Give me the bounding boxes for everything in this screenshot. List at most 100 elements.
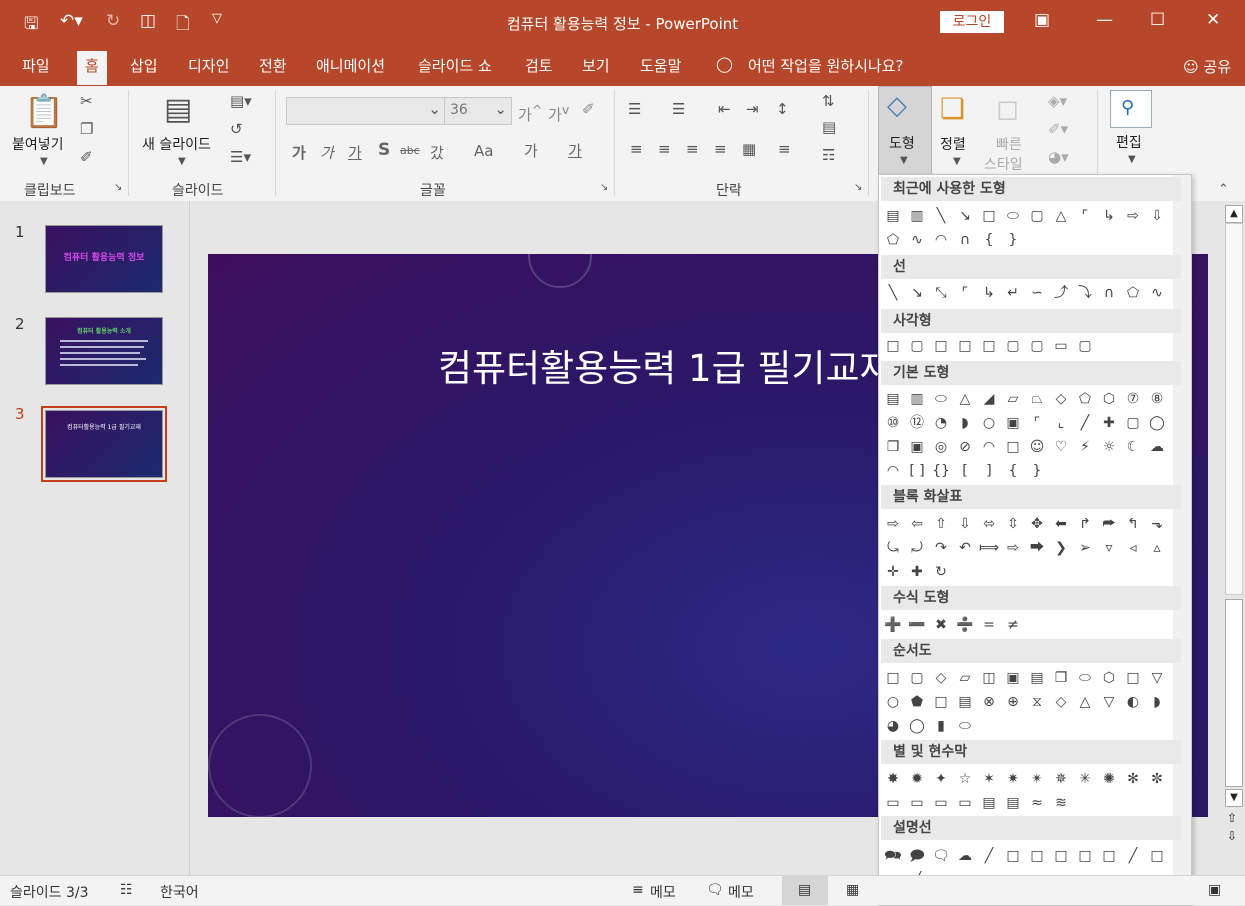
paste-dropdown-icon[interactable]: ▼ bbox=[40, 156, 48, 167]
layout-icon[interactable]: ▤▾ bbox=[230, 92, 252, 110]
round-diagonal-rectangle-shape[interactable]: ▢ bbox=[1074, 335, 1096, 357]
minimize-icon[interactable]: — bbox=[1096, 10, 1113, 30]
l-shape[interactable]: ⌞ bbox=[1050, 412, 1072, 434]
line-callout-7-shape[interactable]: ╱ bbox=[1122, 845, 1144, 867]
freeform-shape[interactable]: ⬠ bbox=[1122, 282, 1144, 304]
preparation-shape[interactable]: ⬡ bbox=[1098, 667, 1120, 689]
decrease-font-icon[interactable]: 가v bbox=[548, 102, 569, 125]
collate-shape[interactable]: ⧖ bbox=[1026, 691, 1048, 713]
bold-button[interactable]: 가 bbox=[292, 142, 306, 163]
octagon-shape[interactable]: ⑧ bbox=[1146, 388, 1168, 410]
cube-shape[interactable]: ❐ bbox=[882, 436, 904, 458]
rectangle-shape[interactable]: □ bbox=[882, 335, 904, 357]
justify-icon[interactable]: ≡ bbox=[714, 140, 727, 158]
snip-diagonal-rectangle-shape[interactable]: □ bbox=[978, 335, 1000, 357]
close-icon[interactable]: ✕ bbox=[1206, 10, 1220, 30]
star-16-shape[interactable]: ✺ bbox=[1098, 768, 1120, 790]
new-slide-icon[interactable]: ▤ bbox=[164, 92, 192, 127]
round-same-side-rectangle-shape[interactable]: ▭ bbox=[1050, 335, 1072, 357]
chord-shape[interactable]: ◗ bbox=[954, 412, 976, 434]
smiley-face-shape[interactable]: ☺ bbox=[1026, 436, 1048, 458]
highlight-button[interactable]: 가 bbox=[524, 140, 538, 161]
punched-tape-shape[interactable]: ▤ bbox=[954, 691, 976, 713]
right-arrow-shape[interactable]: ⇨ bbox=[882, 513, 904, 535]
elbow-arrow-shape[interactable]: ↳ bbox=[1098, 205, 1120, 227]
down-arrow-callout-shape[interactable]: ▿ bbox=[1098, 537, 1120, 559]
line-callout-4-shape[interactable]: □ bbox=[1050, 845, 1072, 867]
scroll-up-icon[interactable]: ▲ bbox=[1225, 205, 1243, 223]
down-arrow-shape[interactable]: ⇩ bbox=[1146, 205, 1168, 227]
moon-shape[interactable]: ☾ bbox=[1122, 436, 1144, 458]
left-arrow-shape[interactable]: ⇦ bbox=[906, 513, 928, 535]
strikethrough-button[interactable]: abc bbox=[400, 144, 420, 157]
up-arrow-shape[interactable]: ⇧ bbox=[930, 513, 952, 535]
font-name-combo[interactable]: ⌄ bbox=[286, 97, 446, 125]
section-icon[interactable]: ☰▾ bbox=[230, 148, 251, 166]
star-24-shape[interactable]: ✻ bbox=[1122, 768, 1144, 790]
up-arrow-callout-shape[interactable]: ▵ bbox=[1146, 537, 1168, 559]
align-text-icon[interactable]: ▤ bbox=[822, 118, 836, 136]
snip-corner-rectangle-shape[interactable]: □ bbox=[930, 335, 952, 357]
share-button[interactable]: ☺ 공유 bbox=[1183, 56, 1231, 77]
tab-slideshow[interactable]: 슬라이드 쇼 bbox=[418, 55, 492, 76]
numbering-icon[interactable]: ☰ bbox=[672, 100, 685, 118]
increase-indent-icon[interactable]: ⇥ bbox=[746, 100, 759, 118]
font-launcher-icon[interactable]: ↘ bbox=[600, 182, 608, 193]
up-down-arrow-shape[interactable]: ⇳ bbox=[1002, 513, 1024, 535]
decrease-indent-icon[interactable]: ⇤ bbox=[718, 100, 731, 118]
multidocument-shape[interactable]: ❐ bbox=[1050, 667, 1072, 689]
increase-font-icon[interactable]: 가^ bbox=[518, 102, 542, 125]
curved-right-arrow-shape[interactable]: ⤿ bbox=[882, 537, 904, 559]
vertical-scroll-shape[interactable]: ▤ bbox=[978, 792, 1000, 814]
quick-styles-label-2[interactable]: 스타일 bbox=[984, 154, 1023, 174]
scroll-down-icon[interactable]: ▼ bbox=[1225, 789, 1243, 807]
can-shape[interactable]: ◯ bbox=[1146, 412, 1168, 434]
frame-shape[interactable]: ▣ bbox=[1002, 412, 1024, 434]
dodecagon-shape[interactable]: ⑫ bbox=[906, 412, 928, 434]
normal-view-button[interactable]: ▤ bbox=[782, 876, 828, 905]
vertical-textbox-shape[interactable]: ▥ bbox=[906, 205, 928, 227]
text-direction-icon[interactable]: ≡ bbox=[778, 140, 791, 158]
star-12-shape[interactable]: ✳ bbox=[1074, 768, 1096, 790]
terminator-shape[interactable]: ⬭ bbox=[1074, 667, 1096, 689]
star-10-shape[interactable]: ✵ bbox=[1050, 768, 1072, 790]
summing-junction-shape[interactable]: ⊗ bbox=[978, 691, 1000, 713]
font-size-combo[interactable]: 36 ⌄ bbox=[444, 97, 512, 125]
left-right-up-arrow-shape[interactable]: ⬅ bbox=[1050, 513, 1072, 535]
card-shape[interactable]: □ bbox=[930, 691, 952, 713]
tab-review[interactable]: 검토 bbox=[525, 55, 553, 76]
new-slide-button[interactable]: 새 슬라이드 bbox=[142, 134, 211, 154]
left-up-arrow-shape[interactable]: ↰ bbox=[1122, 513, 1144, 535]
bullets-icon[interactable]: ☰ bbox=[628, 100, 641, 118]
left-right-arrow-callout-shape[interactable]: ✛ bbox=[882, 561, 904, 583]
merge-shape[interactable]: ▽ bbox=[1098, 691, 1120, 713]
double-wave-shape[interactable]: ≋ bbox=[1050, 792, 1072, 814]
line-spacing-icon[interactable]: ↕ bbox=[776, 100, 789, 118]
star-6-shape[interactable]: ✶ bbox=[978, 768, 1000, 790]
hexagon-shape[interactable]: ⬡ bbox=[1098, 388, 1120, 410]
round-single-corner-rectangle-shape[interactable]: ▢ bbox=[1026, 335, 1048, 357]
explosion-2-shape[interactable]: ✹ bbox=[906, 768, 928, 790]
folded-corner-shape[interactable]: □ bbox=[1002, 436, 1024, 458]
curved-down-arrow-shape[interactable]: ↶ bbox=[954, 537, 976, 559]
double-bracket-shape[interactable]: [ ] bbox=[906, 460, 928, 482]
cloud-shape[interactable]: ☁ bbox=[1146, 436, 1168, 458]
smartart-icon[interactable]: ☶ bbox=[822, 146, 835, 164]
scroll-track[interactable] bbox=[1225, 223, 1243, 595]
tab-transitions[interactable]: 전환 bbox=[259, 55, 287, 76]
plus-shape[interactable]: ➕ bbox=[882, 614, 904, 636]
tab-help[interactable]: 도움말 bbox=[640, 55, 681, 76]
u-turn-arrow-shape[interactable]: ⮫ bbox=[1098, 513, 1120, 535]
reset-icon[interactable]: ↺ bbox=[230, 120, 243, 138]
line-shape[interactable]: ╲ bbox=[882, 282, 904, 304]
copy-icon[interactable]: ❐ bbox=[80, 120, 93, 138]
parallelogram-shape[interactable]: ▱ bbox=[1002, 388, 1024, 410]
ribbon-down-shape[interactable]: ▭ bbox=[906, 792, 928, 814]
star-5-shape[interactable]: ☆ bbox=[954, 768, 976, 790]
curved-double-arrow-shape[interactable]: ⤵ bbox=[1074, 282, 1096, 304]
char-spacing-button[interactable]: 갔 bbox=[430, 142, 444, 163]
elbow-double-arrow-shape[interactable]: ↵ bbox=[1002, 282, 1024, 304]
extract-shape[interactable]: △ bbox=[1074, 691, 1096, 713]
editing-button[interactable]: 편집 bbox=[1116, 132, 1142, 152]
textbox-shape[interactable]: ▤ bbox=[882, 388, 904, 410]
